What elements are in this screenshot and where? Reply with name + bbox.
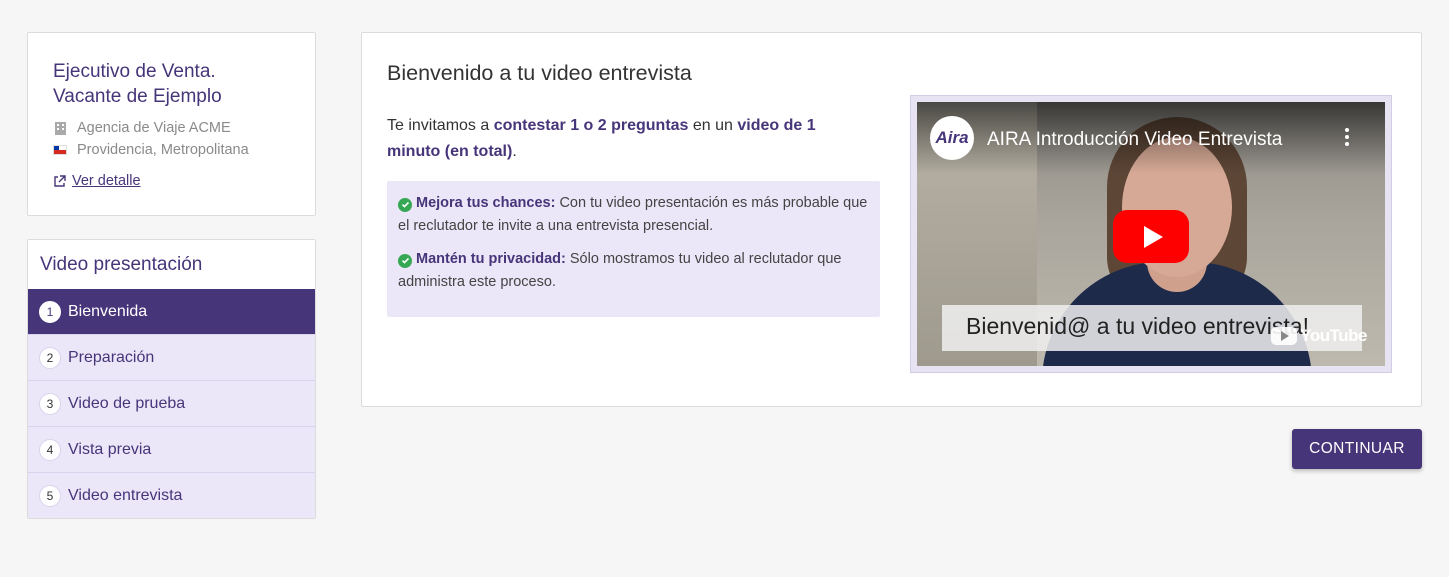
step-video-de-prueba[interactable]: 3 Video de prueba [28,380,315,426]
video-title[interactable]: AIRA Introducción Video Entrevista [987,129,1282,151]
job-title: Ejecutivo de Venta. Vacante de Ejemplo [53,61,222,107]
steps-title: Video presentación [40,254,203,275]
external-link-icon [54,174,66,187]
page-title: Bienvenido a tu video entrevista [387,61,692,85]
view-detail-label: Ver detalle [72,173,141,189]
main-card: Bienvenido a tu video entrevista Te invi… [361,32,1422,407]
chile-flag-icon [53,143,67,157]
building-icon [53,121,67,135]
step-vista-previa[interactable]: 4 Vista previa [28,426,315,472]
tip-heading: Mantén tu privacidad: [416,251,566,267]
intro-part: Te invitamos a [387,117,494,134]
location-row: Providencia, Metropolitana [53,139,295,161]
tip-chances: Mejora tus chances: Con tu video present… [398,192,868,238]
tip-privacy: Mantén tu privacidad: Sólo mostramos tu … [398,248,868,294]
youtube-play-icon [1271,327,1298,345]
intro-highlight: contestar 1 o 2 preguntas [493,117,689,134]
step-label: Vista previa [68,440,152,458]
intro-part: en un [688,117,738,134]
tips-box: Mejora tus chances: Con tu video present… [387,181,880,317]
youtube-logo[interactable]: YouTube [1271,326,1367,346]
step-label: Preparación [68,348,155,366]
step-number: 4 [39,438,61,461]
intro-part: . [512,143,517,160]
check-circle-icon [398,253,412,268]
step-number: 1 [39,301,61,323]
channel-logo[interactable]: Aira [930,116,974,160]
step-bienvenida[interactable]: 1 Bienvenida [28,289,315,334]
intro-text: Te invitamos a contestar 1 o 2 preguntas… [387,113,867,165]
company-row: Agencia de Viaje ACME [53,117,295,139]
job-card: Ejecutivo de Venta. Vacante de Ejemplo A… [27,32,316,216]
youtube-wordmark: YouTube [1300,326,1367,345]
job-meta: Agencia de Viaje ACME Providencia, Metro… [53,117,295,161]
step-number: 3 [39,392,61,415]
more-options-icon[interactable] [1345,128,1349,149]
check-circle-icon [398,197,412,212]
view-detail-link[interactable]: Ver detalle [53,173,141,189]
location-text: Providencia, Metropolitana [77,142,249,158]
tip-heading: Mejora tus chances: [416,195,556,211]
step-video-entrevista[interactable]: 5 Video entrevista [28,472,315,518]
step-preparacion[interactable]: 2 Preparación [28,334,315,380]
play-button[interactable] [1113,210,1189,263]
video-frame: Aira AIRA Introducción Video Entrevista … [910,95,1392,373]
company-name: Agencia de Viaje ACME [77,120,231,136]
step-label: Bienvenida [68,303,148,320]
youtube-embed[interactable]: Aira AIRA Introducción Video Entrevista … [917,102,1385,366]
continue-button[interactable]: CONTINUAR [1292,429,1422,469]
step-number: 2 [39,346,61,369]
step-label: Video entrevista [68,486,183,504]
step-label: Video de prueba [68,394,186,412]
steps-card: Video presentación 1 Bienvenida 2 Prepar… [27,239,316,519]
step-number: 5 [39,484,61,507]
